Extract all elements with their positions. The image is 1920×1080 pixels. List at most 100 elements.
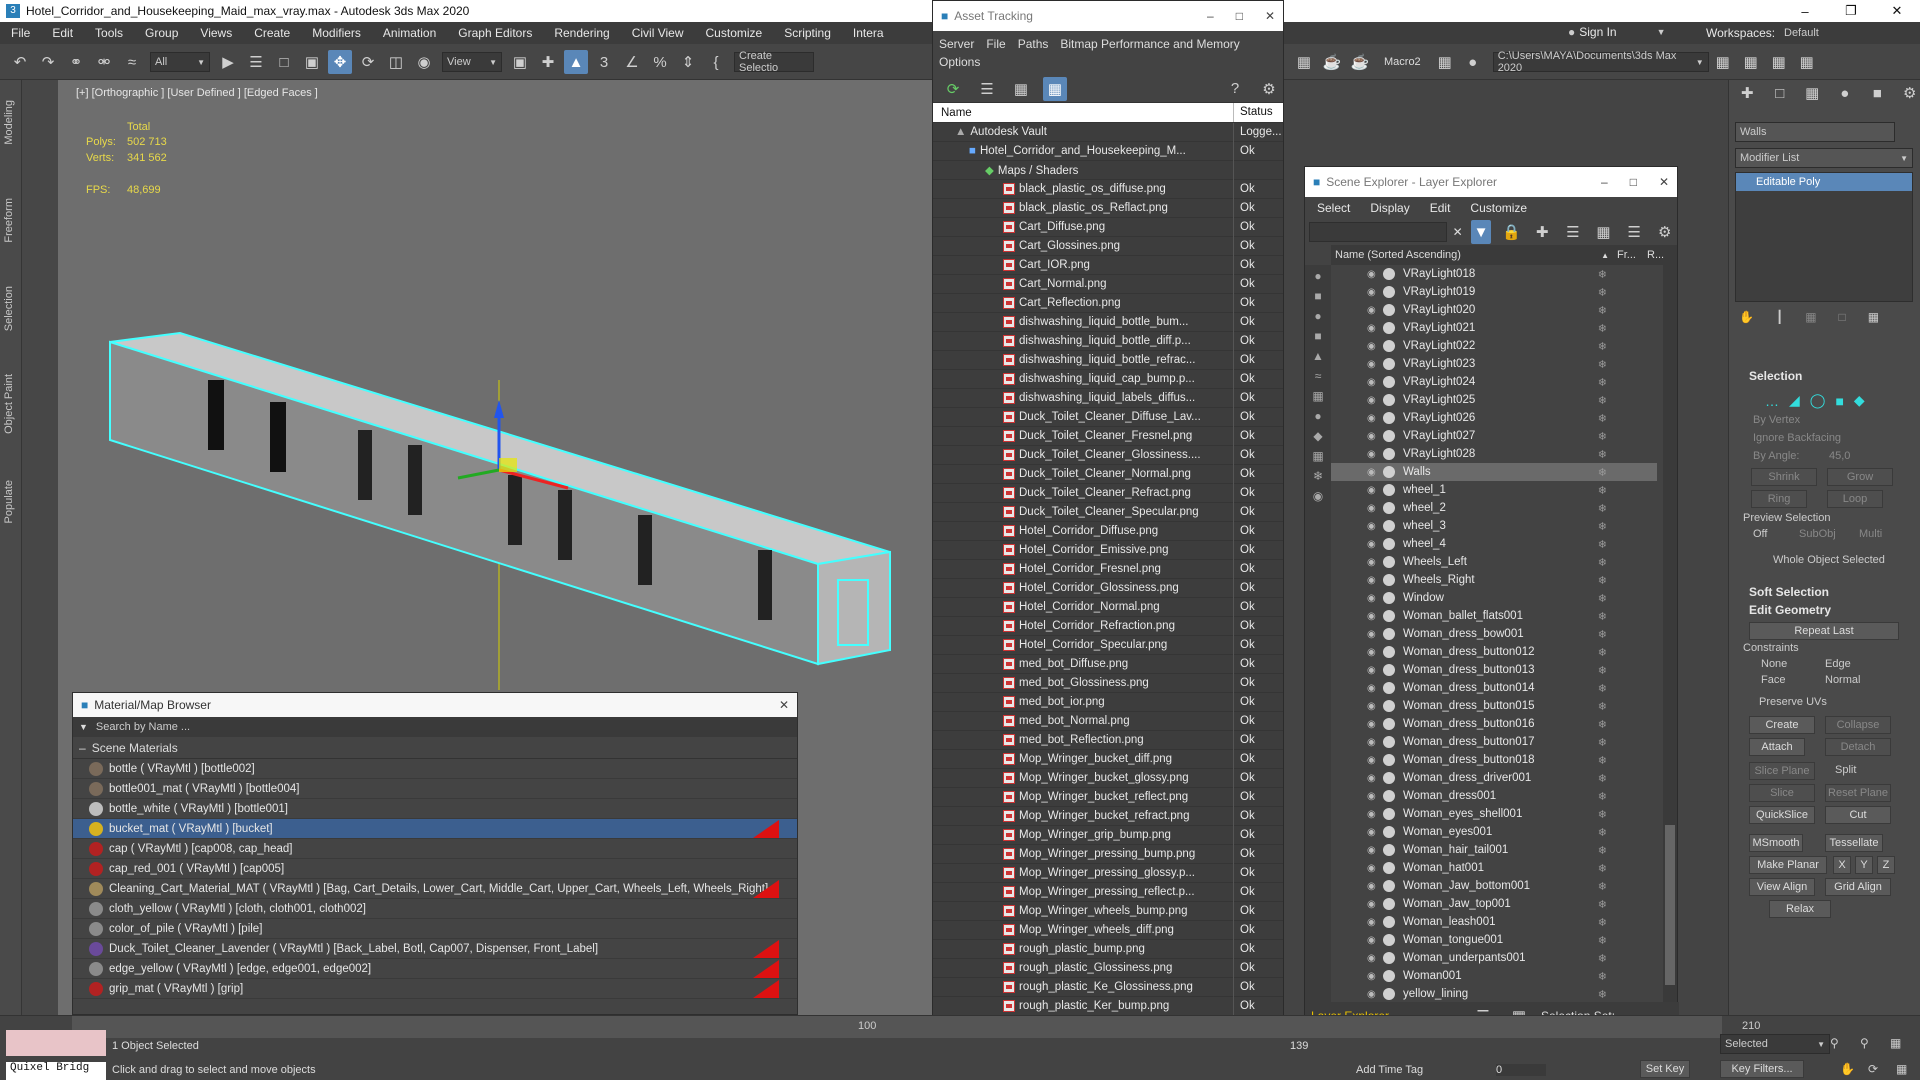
asset-row[interactable]: dishwashing_liquid_bottle_bum... Ok	[933, 312, 1283, 332]
display-containers-icon[interactable]: ▦	[1312, 449, 1323, 463]
asset-row[interactable]: Duck_Toilet_Cleaner_Glossiness.... Ok	[933, 445, 1283, 465]
close-icon[interactable]: ✕	[779, 698, 789, 712]
asset-row[interactable]: Mop_Wringer_bucket_reflect.png Ok	[933, 787, 1283, 807]
menu-bitmap-performance[interactable]: Bitmap Performance and Memory	[1060, 35, 1239, 53]
visibility-eye-icon[interactable]: ◉	[1367, 899, 1379, 910]
menu-file[interactable]: File	[0, 26, 41, 40]
slice-button[interactable]: Slice	[1749, 784, 1815, 802]
select-and-rotate-icon[interactable]: ⟳	[356, 50, 380, 74]
scene-object-row[interactable]: ◉ wheel_2 ❄	[1331, 499, 1657, 517]
element-mode-icon[interactable]: ◆	[1854, 392, 1865, 409]
visibility-eye-icon[interactable]: ◉	[1367, 593, 1379, 604]
stack-icon[interactable]: ☰	[1624, 220, 1645, 244]
freeze-icon[interactable]: ❄	[1598, 556, 1607, 569]
visibility-eye-icon[interactable]: ◉	[1367, 539, 1379, 550]
visibility-eye-icon[interactable]: ◉	[1367, 611, 1379, 622]
window-crossing-icon[interactable]: ▣	[300, 50, 324, 74]
asset-row[interactable]: Mop_Wringer_bucket_refract.png Ok	[933, 806, 1283, 826]
material-item[interactable]: cap ( VRayMtl ) [cap008, cap_head]	[73, 839, 797, 859]
render-setup-icon[interactable]: ▦	[1292, 50, 1316, 74]
create-button[interactable]: Create	[1749, 716, 1815, 734]
project-folder-icon[interactable]: ▦	[1711, 50, 1735, 74]
column-name-sorted[interactable]: Name (Sorted Ascending)	[1331, 249, 1601, 261]
asset-row[interactable]: med_bot_ior.png Ok	[933, 692, 1283, 712]
visibility-eye-icon[interactable]: ◉	[1367, 521, 1379, 532]
add-to-layer-icon[interactable]: ▦	[1593, 220, 1614, 244]
loop-button[interactable]: Loop	[1827, 490, 1883, 508]
repeat-last-button[interactable]: Repeat Last	[1749, 622, 1899, 640]
freeze-icon[interactable]: ❄	[1598, 646, 1607, 659]
pin-stack-icon[interactable]: ✋	[1739, 310, 1754, 324]
display-spacewarps-icon[interactable]: ≈	[1315, 369, 1322, 383]
asset-row[interactable]: Hotel_Corridor_Diffuse.png Ok	[933, 521, 1283, 541]
freeze-icon[interactable]: ❄	[1598, 412, 1607, 425]
visibility-eye-icon[interactable]: ◉	[1367, 557, 1379, 568]
scene-object-row[interactable]: ◉ VRayLight026 ❄	[1331, 409, 1657, 427]
asset-row[interactable]: Cart_Normal.png Ok	[933, 274, 1283, 294]
create-layer-icon[interactable]: ✚	[1532, 220, 1553, 244]
scene-menu-customize[interactable]: Customize	[1470, 201, 1527, 215]
visibility-eye-icon[interactable]: ◉	[1367, 395, 1379, 406]
sphere-icon[interactable]: ●	[1461, 50, 1485, 74]
unlink-icon[interactable]: ⚮	[92, 50, 116, 74]
asset-row[interactable]: black_plastic_os_Reflact.png Ok	[933, 198, 1283, 218]
freeze-icon[interactable]: ❄	[1598, 268, 1607, 281]
visibility-eye-icon[interactable]: ◉	[1367, 377, 1379, 388]
constraint-edge-radio[interactable]: Edge	[1825, 658, 1851, 670]
freeze-icon[interactable]: ❄	[1598, 574, 1607, 587]
edit-geometry-rollout[interactable]: Edit Geometry	[1729, 600, 1920, 620]
tab-modeling[interactable]: Modeling	[3, 100, 15, 145]
menu-edit[interactable]: Edit	[41, 26, 84, 40]
visibility-eye-icon[interactable]: ◉	[1367, 719, 1379, 730]
maxscript-listener[interactable]	[6, 1030, 106, 1056]
visibility-eye-icon[interactable]: ◉	[1367, 449, 1379, 460]
asset-row[interactable]: med_bot_Normal.png Ok	[933, 711, 1283, 731]
freeze-icon[interactable]: ❄	[1598, 988, 1607, 1001]
asset-row[interactable]: Hotel_Corridor_Glossiness.png Ok	[933, 578, 1283, 598]
freeze-icon[interactable]: ❄	[1598, 790, 1607, 803]
selection-filter-dropdown[interactable]: All ▼	[150, 52, 210, 72]
freeze-icon[interactable]: ❄	[1598, 934, 1607, 947]
scene-menu-select[interactable]: Select	[1317, 201, 1350, 215]
tab-freeform[interactable]: Freeform	[3, 198, 15, 243]
visibility-eye-icon[interactable]: ◉	[1367, 629, 1379, 640]
frame-spinner[interactable]: 0	[1496, 1064, 1546, 1076]
asset-row[interactable]: dishwashing_liquid_bottle_diff.p... Ok	[933, 331, 1283, 351]
asset-row[interactable]: Mop_Wringer_pressing_reflect.p... Ok	[933, 882, 1283, 902]
material-item[interactable]: bottle_white ( VRayMtl ) [bottle001]	[73, 799, 797, 819]
scene-object-row[interactable]: ◉ Woman_underpants001 ❄	[1331, 949, 1657, 967]
scene-object-row[interactable]: ◉ VRayLight024 ❄	[1331, 373, 1657, 391]
asset-row[interactable]: Hotel_Corridor_Specular.png Ok	[933, 635, 1283, 655]
polygon-mode-icon[interactable]: ■	[1835, 393, 1843, 409]
material-item[interactable]: color_of_pile ( VRayMtl ) [pile]	[73, 919, 797, 939]
asset-row[interactable]: Mop_Wringer_pressing_glossy.p... Ok	[933, 863, 1283, 883]
freeze-icon[interactable]: ❄	[1598, 628, 1607, 641]
visibility-eye-icon[interactable]: ◉	[1367, 305, 1379, 316]
select-and-move-icon[interactable]: ✥	[328, 50, 352, 74]
constraint-none-radio[interactable]: None	[1761, 658, 1787, 670]
reference-coordinate-dropdown[interactable]: View ▼	[442, 52, 502, 72]
freeze-icon[interactable]: ❄	[1598, 304, 1607, 317]
visibility-eye-icon[interactable]: ◉	[1367, 665, 1379, 676]
menu-file[interactable]: File	[986, 35, 1005, 53]
show-end-result-icon[interactable]: ┃	[1776, 310, 1783, 324]
visibility-eye-icon[interactable]: ◉	[1367, 773, 1379, 784]
add-time-tag[interactable]: Add Time Tag	[1356, 1064, 1423, 1076]
menu-tools[interactable]: Tools	[84, 26, 134, 40]
scene-object-row[interactable]: ◉ VRayLight020 ❄	[1331, 301, 1657, 319]
column-renderable[interactable]: R...	[1647, 249, 1677, 261]
keyboard-shortcut-override-icon[interactable]: ▲	[564, 50, 588, 74]
tab-selection[interactable]: Selection	[3, 286, 15, 331]
scene-search-input[interactable]	[1309, 222, 1447, 242]
asset-row[interactable]: dishwashing_liquid_labels_diffus... Ok	[933, 388, 1283, 408]
selection-rollout[interactable]: Selection	[1729, 366, 1920, 386]
display-hidden-icon[interactable]: ◉	[1313, 489, 1323, 503]
scene-object-row[interactable]: ◉ Woman_dress_button012 ❄	[1331, 643, 1657, 661]
freeze-icon[interactable]: ❄	[1598, 502, 1607, 515]
project-path-dropdown[interactable]: C:\Users\MAYA\Documents\3ds Max 2020 ▼	[1492, 50, 1709, 74]
asset-row[interactable]: Duck_Toilet_Cleaner_Normal.png Ok	[933, 464, 1283, 484]
filter-icon[interactable]: ▼	[1470, 220, 1492, 244]
freeze-icon[interactable]: ❄	[1598, 448, 1607, 461]
rendered-frame-window-icon[interactable]: ☕	[1320, 50, 1344, 74]
visibility-eye-icon[interactable]: ◉	[1367, 467, 1379, 478]
